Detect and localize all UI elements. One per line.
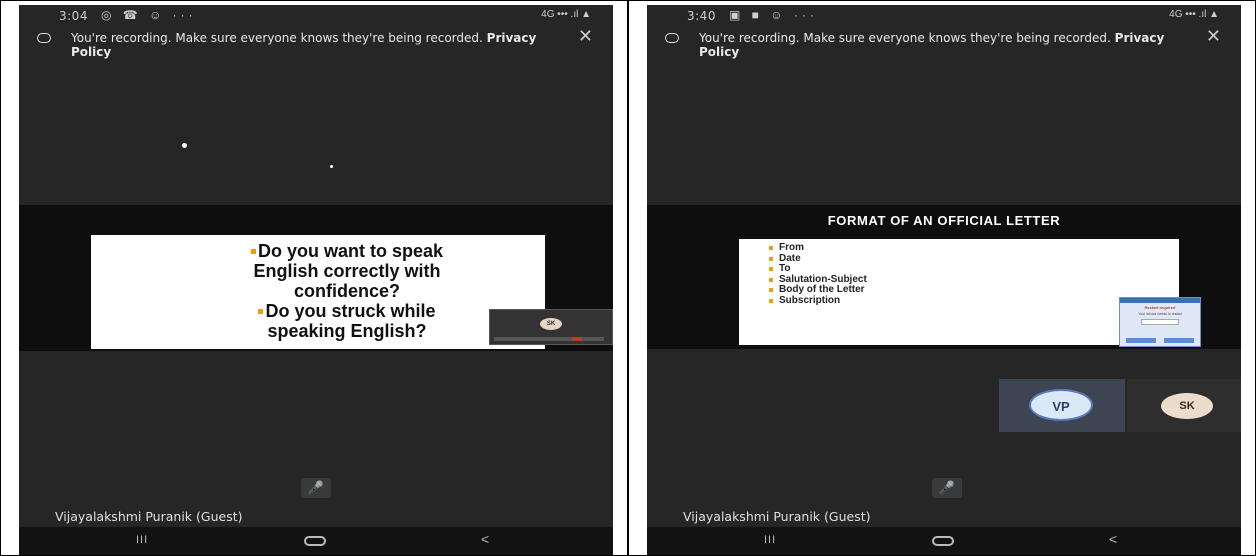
home-button[interactable]: [932, 536, 954, 546]
popup-titlebar: [1120, 298, 1200, 303]
bullet-icon: [769, 277, 773, 282]
list-item: Subscription: [769, 294, 867, 307]
mic-off-icon[interactable]: 🎤: [932, 478, 962, 498]
participant-name: Vijayalakshmi Puranik (Guest): [55, 509, 243, 524]
signal-battery-icons: 4G ••• .ıl ▲: [541, 9, 591, 20]
back-button[interactable]: <: [481, 531, 489, 547]
participant-tile-vp[interactable]: VP: [999, 379, 1125, 432]
bullet-icon: [250, 249, 256, 254]
notification-icons: ◎ ☎ ☺ ···: [101, 8, 197, 22]
slide-text: English correctly with: [253, 261, 441, 281]
list-item-text: Subscription: [779, 294, 841, 306]
android-nav-bar: III <: [19, 527, 613, 555]
avatar: SK: [1161, 393, 1213, 419]
list-item-text: From: [779, 242, 804, 253]
screenshot-right: 3:40 ▣ ■ ☺ ··· 4G ••• .ıl ▲ You're recor…: [628, 0, 1256, 556]
slide-text: Do you want to speak: [257, 241, 444, 261]
presentation-slide: Do you want to speak English correctly w…: [91, 235, 545, 349]
list-item: Body of the Letter: [769, 284, 867, 296]
close-icon[interactable]: ✕: [1206, 27, 1221, 45]
status-bar: 3:04 ◎ ☎ ☺ ··· 4G ••• .ıl ▲: [19, 5, 613, 27]
list-item-text: Body of the Letter: [779, 284, 865, 295]
thumbnail-end-button: [572, 337, 582, 341]
slide-title: FORMAT OF AN OFFICIAL LETTER: [827, 213, 1061, 228]
recording-message: You're recording. Make sure everyone kno…: [71, 31, 483, 45]
captions-icon[interactable]: [37, 33, 51, 43]
bullet-icon: [769, 288, 773, 292]
bullet-icon: [769, 267, 773, 271]
popup-buttons: [1126, 338, 1194, 343]
slide-text: confidence?: [293, 281, 400, 301]
slide-bullet-2: Do you struck while speaking English?: [157, 301, 537, 341]
status-time: 3:40: [687, 9, 716, 23]
phone-screen: 3:40 ▣ ■ ☺ ··· 4G ••• .ıl ▲ You're recor…: [647, 5, 1241, 555]
popup-button[interactable]: [1126, 338, 1156, 343]
list-item: From: [769, 242, 867, 254]
presentation-slide: From Date To Salutation-Subject Body of …: [739, 239, 1179, 345]
recording-banner: You're recording. Make sure everyone kno…: [647, 27, 1241, 65]
recording-banner-text: You're recording. Make sure everyone kno…: [71, 31, 541, 59]
list-item: To: [769, 263, 867, 275]
popup-field: [1141, 319, 1179, 325]
shared-screen-area: FORMAT OF AN OFFICIAL LETTER From Date T…: [647, 205, 1241, 349]
shared-screen-area: Do you want to speak English correctly w…: [19, 205, 613, 351]
participant-name: Vijayalakshmi Puranik (Guest): [683, 509, 871, 524]
screen-share-thumbnail[interactable]: SK: [489, 309, 613, 345]
recording-message: You're recording. Make sure everyone kno…: [699, 31, 1111, 45]
thumbnail-toolbar: [494, 337, 604, 341]
list-item-text: To: [779, 263, 791, 274]
video-dot: [330, 165, 333, 168]
back-button[interactable]: <: [1109, 531, 1117, 547]
avatar: VP: [1029, 389, 1093, 421]
recording-banner-text: You're recording. Make sure everyone kno…: [699, 31, 1169, 59]
home-button[interactable]: [304, 536, 326, 546]
phone-screen: 3:04 ◎ ☎ ☺ ··· 4G ••• .ıl ▲ You're recor…: [19, 5, 613, 555]
participant-tile-sk[interactable]: SK: [1127, 379, 1241, 432]
slide-bullet-list: From Date To Salutation-Subject Body of …: [769, 242, 867, 307]
mic-off-icon[interactable]: 🎤: [301, 478, 331, 498]
slide-text: speaking English?: [267, 321, 427, 341]
restart-popup-thumbnail[interactable]: Restart required Your device needs to re…: [1119, 297, 1201, 347]
popup-button[interactable]: [1164, 338, 1194, 343]
screenshot-left: 3:04 ◎ ☎ ☺ ··· 4G ••• .ıl ▲ You're recor…: [0, 0, 628, 556]
captions-icon[interactable]: [665, 33, 679, 43]
popup-title: Restart required: [1144, 305, 1176, 310]
android-nav-bar: III <: [647, 527, 1241, 555]
video-dot: [182, 143, 187, 148]
signal-battery-icons: 4G ••• .ıl ▲: [1169, 9, 1219, 20]
bullet-icon: [769, 246, 773, 250]
slide-text: Do you struck while: [265, 301, 436, 321]
bullet-icon: [769, 298, 773, 303]
recents-button[interactable]: III: [136, 534, 148, 546]
status-time: 3:04: [59, 9, 88, 23]
notification-icons: ▣ ■ ☺ ···: [729, 8, 818, 22]
popup-message: Your device needs to restart: [1138, 312, 1182, 316]
recents-button[interactable]: III: [764, 534, 776, 546]
slide-bullet-1: Do you want to speak English correctly w…: [157, 241, 537, 301]
status-bar: 3:40 ▣ ■ ☺ ··· 4G ••• .ıl ▲: [647, 5, 1241, 27]
close-icon[interactable]: ✕: [578, 27, 593, 45]
bullet-icon: [769, 256, 773, 261]
avatar: SK: [540, 318, 562, 330]
bullet-icon: [258, 309, 264, 314]
recording-banner: You're recording. Make sure everyone kno…: [19, 27, 613, 65]
